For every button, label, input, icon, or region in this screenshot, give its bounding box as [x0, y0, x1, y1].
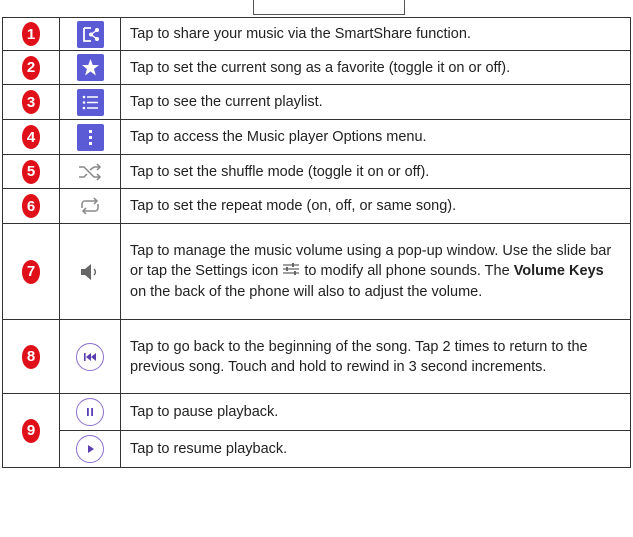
icon-cell: [59, 430, 121, 468]
table-row: 6 Tap to set the repeat mode (on, off, o…: [2, 188, 631, 224]
description-cell: Tap to access the Music player Options m…: [120, 119, 631, 155]
number-badge: 4: [22, 125, 40, 149]
description-cell: Tap to set the shuffle mode (toggle it o…: [120, 154, 631, 189]
description-text: on the back of the phone will also to ad…: [130, 283, 483, 300]
description-cell: Tap to set the current song as a favorit…: [120, 50, 631, 85]
number-badge: 6: [22, 194, 40, 218]
icon-cell: [59, 84, 121, 120]
icon-cell: [59, 319, 121, 394]
row-number-cell: 4: [2, 119, 60, 155]
smartshare-icon: [76, 20, 104, 48]
table-row: 2 Tap to set the current song as a favor…: [2, 50, 631, 85]
number-badge: 3: [22, 90, 40, 114]
volume-keys-label: Volume Keys: [513, 263, 604, 280]
row-number-cell: 8: [2, 319, 60, 394]
favorite-star-icon: [76, 54, 104, 81]
music-controls-table: 1 Tap to share your music via the SmartS…: [2, 17, 631, 468]
icon-cell: [59, 188, 121, 224]
pause-icon: [76, 398, 104, 426]
icon-cell: [59, 393, 121, 431]
description-cell: Tap to manage the music volume using a p…: [120, 223, 631, 320]
options-menu-icon: [76, 123, 104, 151]
number-badge: 5: [22, 159, 40, 184]
table-row: 5 Tap to set the shuffle mode (toggle it…: [2, 154, 631, 189]
table-row: 8 Tap to go back to the beginning of the…: [2, 319, 631, 394]
volume-icon: [77, 261, 103, 283]
icon-cell: [59, 119, 121, 155]
play-icon: [76, 435, 104, 463]
description-cell: Tap to see the current playlist.: [120, 84, 631, 120]
description-cell: Tap to go back to the beginning of the s…: [120, 319, 631, 394]
icon-cell: [59, 17, 121, 51]
number-badge: 7: [22, 259, 40, 284]
number-badge: 9: [22, 418, 40, 443]
description-cell: Tap to share your music via the SmartSha…: [120, 17, 631, 51]
description-cell: Tap to pause playback.: [120, 393, 631, 431]
icon-cell: [59, 154, 121, 189]
repeat-icon: [77, 195, 103, 217]
row-number-cell: 7: [2, 223, 60, 320]
table-row: Tap to resume playback.: [3, 430, 631, 468]
description-cell: Tap to set the repeat mode (on, off, or …: [120, 188, 631, 224]
icon-cell: [59, 223, 121, 320]
description-cell: Tap to resume playback.: [120, 430, 631, 468]
row-number-cell: 1: [2, 17, 60, 51]
table-row: 9 Tap to pause playback.: [2, 393, 631, 468]
shuffle-icon: [77, 161, 103, 183]
row-number-cell: 5: [2, 154, 60, 189]
description-text: to modify all phone sounds. The: [304, 263, 510, 280]
row-number-cell: 3: [2, 84, 60, 120]
settings-sliders-icon: [282, 262, 300, 282]
table-row: 4 Tap to access the Music player Options…: [2, 119, 631, 155]
row-number-cell: 9: [2, 393, 60, 468]
number-badge: 8: [22, 344, 40, 369]
icon-cell: [59, 50, 121, 85]
number-badge: 2: [22, 55, 40, 80]
header-tab: [253, 0, 405, 15]
row-number-cell: 2: [2, 50, 60, 85]
number-badge: 1: [22, 22, 40, 46]
table-row: 7 Tap to manage the music volume using a…: [2, 223, 631, 320]
playlist-icon: [76, 88, 104, 116]
row-number-cell: 6: [2, 188, 60, 224]
rewind-icon: [76, 342, 104, 371]
table-row: 3 Tap to see the current playlist.: [2, 84, 631, 120]
table-row: 1 Tap to share your music via the SmartS…: [2, 17, 631, 51]
